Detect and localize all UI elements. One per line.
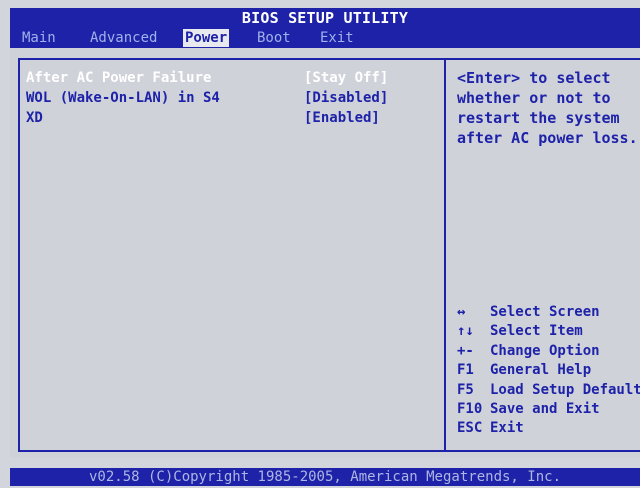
key-f10: F10 xyxy=(457,400,483,417)
key-row-save-exit: F10 Save and Exit xyxy=(457,400,640,419)
setting-label: WOL (Wake-On-LAN) in S4 xyxy=(26,90,220,106)
settings-pane: After AC Power Failure [Stay Off] WOL (W… xyxy=(18,58,446,452)
left-right-arrow-icon: ↔ xyxy=(457,304,466,320)
key-description: Select Item xyxy=(490,323,583,340)
tab-advanced[interactable]: Advanced xyxy=(88,29,159,47)
tab-boot[interactable]: Boot xyxy=(255,29,293,47)
key-esc: ESC xyxy=(457,420,483,437)
key-description: Save and Exit xyxy=(490,400,600,417)
setting-value[interactable]: [Stay Off] xyxy=(304,68,388,88)
tab-exit[interactable]: Exit xyxy=(318,29,356,47)
help-pane: <Enter> to select whether or not to rest… xyxy=(444,58,640,452)
copyright-text: v02.58 (C)Copyright 1985-2005, American … xyxy=(88,469,561,485)
tab-main[interactable]: Main xyxy=(20,29,58,47)
key-f1: F1 xyxy=(457,362,474,379)
bios-title-bar: BIOS SETUP UTILITY xyxy=(10,8,640,28)
help-line: restart the system xyxy=(457,109,620,127)
main-panel: After AC Power Failure [Stay Off] WOL (W… xyxy=(10,48,640,458)
setting-after-ac-power-failure[interactable]: After AC Power Failure [Stay Off] xyxy=(26,68,436,88)
setting-wol-s4[interactable]: WOL (Wake-On-LAN) in S4 [Disabled] xyxy=(26,88,436,108)
help-text: <Enter> to select whether or not to rest… xyxy=(457,68,638,148)
key-legend: ↔ Select Screen ↑↓ Select Item +- Change… xyxy=(457,303,640,439)
menu-bar: Main Advanced Power Boot Exit xyxy=(10,28,640,48)
key-row-select-item: ↑↓ Select Item xyxy=(457,322,640,341)
key-row-change-option: +- Change Option xyxy=(457,342,640,361)
key-f5: F5 xyxy=(457,381,474,398)
help-line: whether or not to xyxy=(457,89,611,107)
help-line: <Enter> to select xyxy=(457,69,611,87)
setting-label: After AC Power Failure xyxy=(26,70,212,86)
setting-value[interactable]: [Enabled] xyxy=(304,108,380,128)
tab-power[interactable]: Power xyxy=(183,29,230,47)
help-line: after AC power loss. xyxy=(457,129,638,147)
key-row-exit: ESC Exit xyxy=(457,419,640,438)
bios-screen: BIOS SETUP UTILITY Main Advanced Power B… xyxy=(0,0,640,488)
footer-copyright: v02.58 (C)Copyright 1985-2005, American … xyxy=(10,468,640,486)
setting-xd[interactable]: XD [Enabled] xyxy=(26,108,436,128)
key-row-load-defaults: F5 Load Setup Defaults xyxy=(457,381,640,400)
setting-value[interactable]: [Disabled] xyxy=(304,88,388,108)
up-down-arrow-icon: ↑↓ xyxy=(457,323,474,340)
key-description: Change Option xyxy=(490,342,600,359)
key-description: Exit xyxy=(490,420,524,437)
key-row-general-help: F1 General Help xyxy=(457,361,640,380)
key-description: General Help xyxy=(490,362,592,379)
key-row-select-screen: ↔ Select Screen xyxy=(457,303,640,322)
plus-minus-icon: +- xyxy=(457,342,474,359)
key-description: Select Screen xyxy=(490,304,600,320)
bios-title: BIOS SETUP UTILITY xyxy=(241,9,409,27)
setting-label: XD xyxy=(26,110,43,126)
key-description: Load Setup Defaults xyxy=(490,381,640,398)
